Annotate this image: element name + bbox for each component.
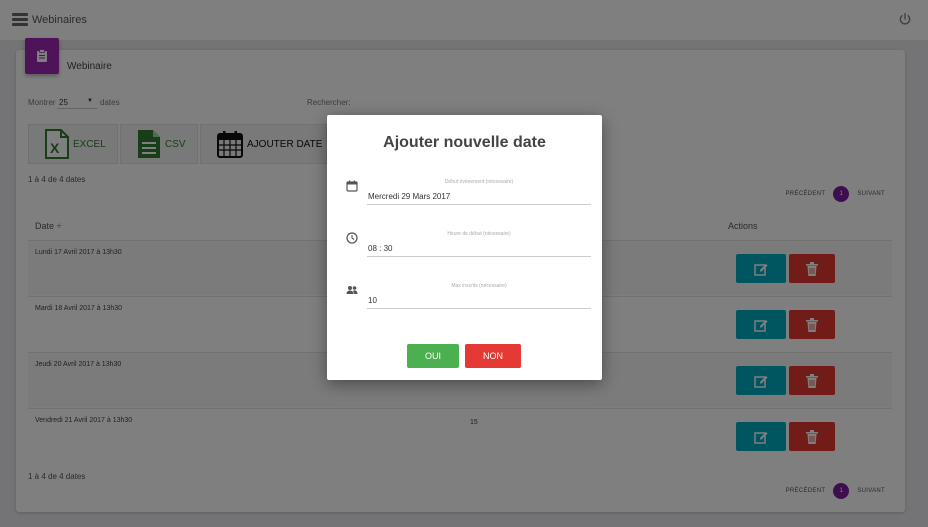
start-date-field[interactable]: Début événement (nécessaire) Mercredi 29…: [367, 179, 591, 205]
start-date-value: Mercredi 29 Mars 2017: [368, 192, 451, 201]
clock-icon: [346, 232, 358, 244]
people-icon: [346, 286, 358, 294]
modal-title: Ajouter nouvelle date: [383, 134, 546, 151]
start-time-value: 08 : 30: [368, 244, 393, 253]
max-attendees-field[interactable]: Max inscrits (nécessaire) 10: [367, 283, 591, 309]
calendar-icon: [346, 180, 358, 192]
cancel-button[interactable]: NON: [465, 344, 521, 368]
start-time-field[interactable]: Heure de début (nécessaire) 08 : 30: [367, 231, 591, 257]
confirm-button[interactable]: OUI: [407, 344, 459, 368]
max-attendees-label: Max inscrits (nécessaire): [451, 283, 507, 289]
add-date-modal: Ajouter nouvelle date Début événement (n…: [327, 115, 602, 380]
max-attendees-value: 10: [368, 296, 377, 305]
start-date-label: Début événement (nécessaire): [444, 179, 514, 185]
start-time-label: Heure de début (nécessaire): [447, 231, 511, 237]
